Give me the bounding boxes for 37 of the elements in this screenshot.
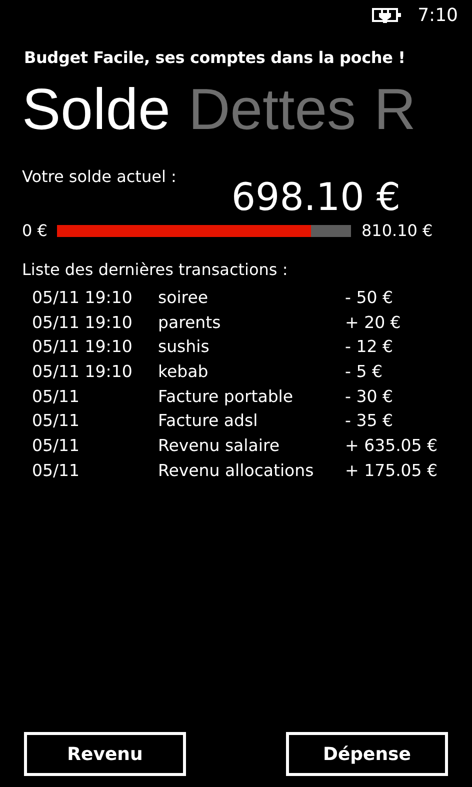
- pivot-header[interactable]: Solde: [22, 75, 170, 145]
- battery-charging-icon: [372, 7, 402, 23]
- transaction-label: soiree: [158, 288, 209, 307]
- transaction-label: Facture portable: [158, 386, 294, 406]
- balance-amount: 698.10 €: [231, 175, 401, 219]
- expense-button[interactable]: Dépense: [286, 732, 448, 776]
- transaction-date: 05/11 19:10: [32, 362, 134, 381]
- transactions-heading: Liste des dernières transactions :: [22, 260, 289, 279]
- transaction-amount: - 12 €: [345, 337, 393, 356]
- transaction-amount: - 30 €: [345, 386, 393, 406]
- transaction-label: kebab: [158, 362, 210, 381]
- transaction-amount: - 35 €: [345, 411, 393, 430]
- transaction-date: 05/11: [32, 460, 81, 480]
- pivot-header[interactable]: R: [374, 75, 416, 145]
- transaction-amount: + 175.05 €: [345, 460, 438, 480]
- transaction-label: sushis: [158, 337, 210, 356]
- transaction-label: Revenu allocations: [158, 460, 315, 480]
- minimum-value: 0 €: [22, 221, 48, 240]
- transaction-date: 05/11 19:10: [32, 288, 134, 307]
- transaction-amount: + 635.05 €: [345, 436, 438, 455]
- transaction-date: 05/11: [32, 411, 81, 430]
- transaction-amount: - 50 €: [345, 288, 393, 307]
- transaction-date: 05/11: [32, 436, 81, 455]
- transaction-amount: + 20 €: [345, 312, 401, 332]
- income-button[interactable]: Revenu: [24, 732, 186, 776]
- transaction-date: 05/11 19:10: [32, 312, 134, 332]
- transaction-date: 05/11: [32, 386, 81, 406]
- transaction-label: parents: [158, 312, 222, 332]
- pivot-header[interactable]: Dettes: [188, 75, 356, 145]
- transaction-date: 05/11 19:10: [32, 337, 134, 356]
- balance-label: Votre solde actuel :: [22, 167, 176, 188]
- transaction-amount: - 5 €: [345, 362, 382, 381]
- app-title: Budget Facile, ses comptes dans la poche !: [24, 48, 406, 67]
- clock-time: 7:10: [418, 4, 458, 26]
- transaction-label: Facture adsl: [158, 411, 259, 430]
- maximum-value: 810.10 €: [361, 221, 433, 240]
- transaction-label: Revenu salaire: [158, 436, 281, 455]
